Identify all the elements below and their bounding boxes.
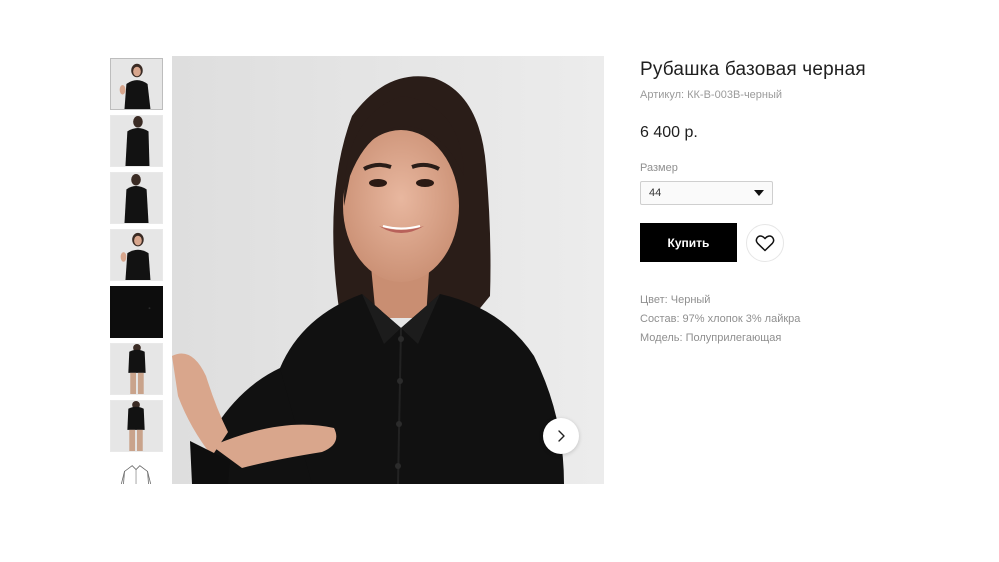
product-specs: Цвет: Черный Состав: 97% хлопок 3% лайкр… — [640, 291, 960, 348]
heart-icon — [755, 234, 775, 251]
size-select-value: 44 — [649, 187, 662, 199]
product-sku: Артикул: КК-В-003В-черный — [640, 89, 783, 101]
product-info: Рубашка базовая черная Артикул: КК-В-003… — [640, 58, 960, 348]
thumbnail-list — [110, 58, 163, 484]
spec-composition: Состав: 97% хлопок 3% лайкра — [640, 313, 801, 325]
thumbnail-3[interactable] — [110, 172, 163, 224]
chevron-right-icon — [558, 430, 565, 442]
favorite-button[interactable] — [746, 223, 784, 262]
thumbnail-image — [111, 401, 162, 451]
thumbnail-1[interactable] — [110, 58, 163, 110]
thumbnail-image — [111, 230, 162, 280]
next-image-button[interactable] — [543, 418, 579, 454]
thumbnail-image — [111, 458, 162, 484]
thumbnail-image — [111, 287, 162, 337]
thumbnail-2[interactable] — [110, 115, 163, 167]
product-title: Рубашка базовая черная — [640, 59, 866, 80]
thumbnail-5[interactable] — [110, 286, 163, 338]
size-select[interactable]: 44 — [640, 181, 773, 205]
caret-down-icon — [754, 190, 764, 196]
buy-button[interactable]: Купить — [640, 223, 737, 262]
purchase-actions: Купить — [640, 223, 960, 262]
product-photo — [172, 56, 604, 484]
thumbnail-7[interactable] — [110, 400, 163, 452]
thumbnail-4[interactable] — [110, 229, 163, 281]
thumbnail-image — [111, 59, 162, 109]
thumbnail-image — [111, 116, 162, 166]
thumbnail-image — [111, 173, 162, 223]
spec-color: Цвет: Черный — [640, 294, 711, 306]
main-product-image[interactable] — [172, 56, 604, 484]
product-price: 6 400 р. — [640, 124, 698, 141]
thumbnail-8[interactable] — [110, 457, 163, 484]
thumbnail-6[interactable] — [110, 343, 163, 395]
spec-fit: Модель: Полуприлегающая — [640, 332, 782, 344]
thumbnail-image — [111, 344, 162, 394]
size-label: Размер — [640, 162, 678, 174]
